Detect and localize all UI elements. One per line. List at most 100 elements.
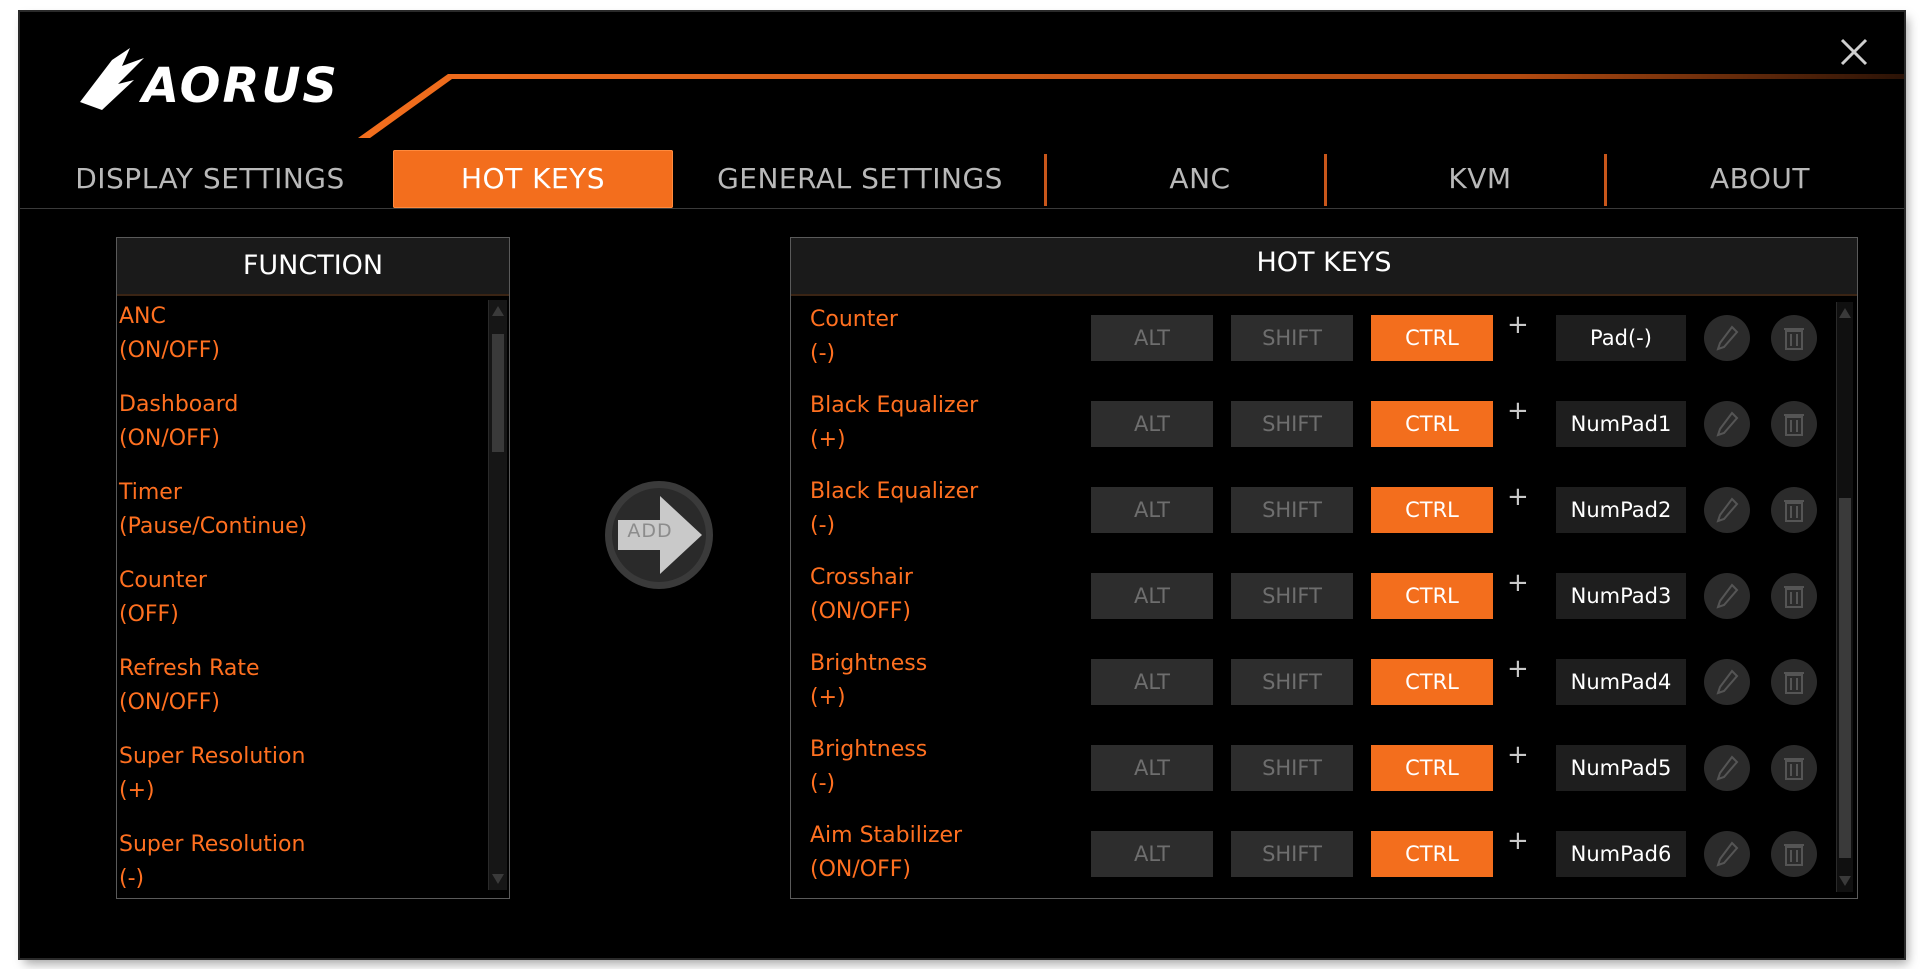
function-item-super-resolution-plus[interactable]: Super Resolution (+) bbox=[117, 740, 487, 826]
hotkey-function-mode: (-) bbox=[810, 341, 836, 366]
scroll-up-arrow-icon[interactable] bbox=[492, 306, 504, 316]
delete-button[interactable] bbox=[1771, 401, 1817, 447]
hotkey-function-name: Crosshair bbox=[810, 565, 913, 590]
hotkey-row: Brightness (-) ALT SHIFT CTRL + NumPad5 bbox=[791, 728, 1831, 814]
function-item-anc[interactable]: ANC (ON/OFF) bbox=[117, 300, 487, 386]
function-panel: FUNCTION ANC (ON/OFF) Dashboard (ON/OFF)… bbox=[116, 237, 510, 899]
trash-icon bbox=[1784, 758, 1804, 780]
ctrl-key-toggle[interactable]: CTRL bbox=[1371, 401, 1493, 447]
tab-general-settings[interactable]: GENERAL SETTINGS bbox=[710, 150, 1010, 208]
plus-sign: + bbox=[1507, 310, 1529, 340]
shift-key-toggle[interactable]: SHIFT bbox=[1231, 659, 1353, 705]
alt-key-toggle[interactable]: ALT bbox=[1091, 573, 1213, 619]
ctrl-key-toggle[interactable]: CTRL bbox=[1371, 315, 1493, 361]
hotkeys-panel: HOT KEYS Counter (-) ALT SHIFT CTRL + Pa… bbox=[790, 237, 1858, 899]
shift-key-toggle[interactable]: SHIFT bbox=[1231, 831, 1353, 877]
hotkey-key-field[interactable]: NumPad5 bbox=[1556, 745, 1686, 791]
plus-sign: + bbox=[1507, 482, 1529, 512]
function-item-mode: (OFF) bbox=[119, 602, 179, 627]
alt-key-toggle[interactable]: ALT bbox=[1091, 401, 1213, 447]
shift-key-toggle[interactable]: SHIFT bbox=[1231, 315, 1353, 361]
delete-button[interactable] bbox=[1771, 315, 1817, 361]
shift-key-toggle[interactable]: SHIFT bbox=[1231, 573, 1353, 619]
shift-key-toggle[interactable]: SHIFT bbox=[1231, 401, 1353, 447]
function-item-name: Dashboard bbox=[119, 392, 239, 417]
hotkey-key-field[interactable]: NumPad1 bbox=[1556, 401, 1686, 447]
scrollbar-thumb[interactable] bbox=[492, 334, 504, 452]
plus-sign: + bbox=[1507, 568, 1529, 598]
shift-key-toggle[interactable]: SHIFT bbox=[1231, 745, 1353, 791]
edit-button[interactable] bbox=[1704, 745, 1750, 791]
hotkey-row: Counter (-) ALT SHIFT CTRL + Pad(-) bbox=[791, 298, 1831, 384]
delete-button[interactable] bbox=[1771, 745, 1817, 791]
close-button[interactable] bbox=[1834, 32, 1874, 72]
hotkey-function-label: Counter (-) bbox=[810, 303, 898, 371]
function-item-mode: (+) bbox=[119, 778, 155, 803]
hotkey-key-field[interactable]: NumPad4 bbox=[1556, 659, 1686, 705]
pencil-icon bbox=[1716, 325, 1739, 351]
alt-key-toggle[interactable]: ALT bbox=[1091, 659, 1213, 705]
edit-button[interactable] bbox=[1704, 573, 1750, 619]
shift-key-toggle[interactable]: SHIFT bbox=[1231, 487, 1353, 533]
scroll-down-arrow-icon[interactable] bbox=[1839, 876, 1851, 886]
function-item-refresh-rate[interactable]: Refresh Rate (ON/OFF) bbox=[117, 652, 487, 738]
delete-button[interactable] bbox=[1771, 659, 1817, 705]
function-item-mode: (-) bbox=[119, 866, 145, 891]
hotkey-function-label: Crosshair (ON/OFF) bbox=[810, 561, 913, 629]
edit-button[interactable] bbox=[1704, 315, 1750, 361]
hotkeys-scrollbar[interactable] bbox=[1836, 302, 1853, 892]
scrollbar-thumb[interactable] bbox=[1839, 498, 1851, 858]
function-panel-title: FUNCTION bbox=[117, 238, 509, 296]
pencil-icon bbox=[1716, 583, 1739, 609]
hotkey-key-field[interactable]: NumPad3 bbox=[1556, 573, 1686, 619]
ctrl-key-toggle[interactable]: CTRL bbox=[1371, 659, 1493, 705]
hotkey-function-mode: (+) bbox=[810, 427, 846, 452]
hotkey-function-name: Counter bbox=[810, 307, 898, 332]
ctrl-key-toggle[interactable]: CTRL bbox=[1371, 745, 1493, 791]
tab-anc[interactable]: ANC bbox=[1080, 150, 1320, 208]
hotkey-function-label: Brightness (-) bbox=[810, 733, 927, 801]
scroll-up-arrow-icon[interactable] bbox=[1839, 308, 1851, 318]
ctrl-key-toggle[interactable]: CTRL bbox=[1371, 573, 1493, 619]
function-item-counter[interactable]: Counter (OFF) bbox=[117, 564, 487, 650]
hotkey-key-field[interactable]: Pad(-) bbox=[1556, 315, 1686, 361]
hotkey-function-name: Brightness bbox=[810, 737, 928, 762]
function-item-dashboard[interactable]: Dashboard (ON/OFF) bbox=[117, 388, 487, 474]
ctrl-key-toggle[interactable]: CTRL bbox=[1371, 831, 1493, 877]
edit-button[interactable] bbox=[1704, 659, 1750, 705]
hotkey-key-field[interactable]: NumPad2 bbox=[1556, 487, 1686, 533]
alt-key-toggle[interactable]: ALT bbox=[1091, 487, 1213, 533]
edit-button[interactable] bbox=[1704, 401, 1750, 447]
trash-icon bbox=[1784, 586, 1804, 608]
alt-key-toggle[interactable]: ALT bbox=[1091, 831, 1213, 877]
hotkey-row: Black Equalizer (+) ALT SHIFT CTRL + Num… bbox=[791, 384, 1831, 470]
function-scrollbar[interactable] bbox=[488, 300, 507, 890]
plus-sign: + bbox=[1507, 396, 1529, 426]
edit-button[interactable] bbox=[1704, 487, 1750, 533]
tab-hot-keys[interactable]: HOT KEYS bbox=[393, 150, 673, 208]
alt-key-toggle[interactable]: ALT bbox=[1091, 315, 1213, 361]
function-item-timer[interactable]: Timer (Pause/Continue) bbox=[117, 476, 487, 562]
function-item-super-resolution-minus[interactable]: Super Resolution (-) bbox=[117, 828, 487, 894]
hotkey-function-mode: (-) bbox=[810, 771, 836, 796]
hotkey-function-name: Black Equalizer bbox=[810, 393, 979, 418]
delete-button[interactable] bbox=[1771, 573, 1817, 619]
pencil-icon bbox=[1716, 669, 1739, 695]
delete-button[interactable] bbox=[1771, 487, 1817, 533]
scroll-down-arrow-icon[interactable] bbox=[492, 874, 504, 884]
hotkey-function-mode: (ON/OFF) bbox=[810, 599, 911, 624]
ctrl-key-toggle[interactable]: CTRL bbox=[1371, 487, 1493, 533]
hotkey-function-label: Black Equalizer (+) bbox=[810, 389, 978, 457]
tab-about[interactable]: ABOUT bbox=[1640, 150, 1880, 208]
hotkey-row: Crosshair (ON/OFF) ALT SHIFT CTRL + NumP… bbox=[791, 556, 1831, 642]
trash-icon bbox=[1784, 500, 1804, 522]
alt-key-toggle[interactable]: ALT bbox=[1091, 745, 1213, 791]
plus-sign: + bbox=[1507, 740, 1529, 770]
edit-button[interactable] bbox=[1704, 831, 1750, 877]
delete-button[interactable] bbox=[1771, 831, 1817, 877]
add-button-label: ADD bbox=[627, 520, 673, 542]
add-button[interactable]: ADD bbox=[604, 480, 714, 590]
tab-display-settings[interactable]: DISPLAY SETTINGS bbox=[60, 150, 360, 208]
hotkey-key-field[interactable]: NumPad6 bbox=[1556, 831, 1686, 877]
tab-kvm[interactable]: KVM bbox=[1360, 150, 1600, 208]
